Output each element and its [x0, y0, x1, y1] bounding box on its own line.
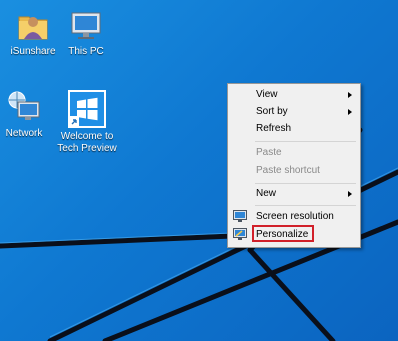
- menu-item-paste: Paste: [228, 144, 360, 161]
- windows-logo-icon: [68, 90, 106, 128]
- personalize-icon: [233, 228, 247, 247]
- highlight-box: [252, 225, 314, 242]
- desktop-context-menu: View Sort by Refresh Paste Paste shortcu…: [227, 83, 361, 248]
- submenu-arrow-icon: [348, 92, 352, 98]
- submenu-arrow-icon: [348, 191, 352, 197]
- menu-item-screen-resolution[interactable]: Screen resolution: [228, 208, 360, 225]
- desktop-icon-this-pc[interactable]: This PC: [54, 8, 118, 58]
- menu-item-view[interactable]: View: [228, 86, 360, 103]
- menu-item-label: Refresh: [256, 123, 292, 134]
- desktop-icon-welcome-tech-preview[interactable]: Welcome to Tech Preview: [55, 90, 119, 155]
- desktop-icon-network[interactable]: Network: [0, 90, 56, 140]
- menu-separator: [255, 205, 356, 206]
- menu-item-label: Sort by: [256, 106, 288, 117]
- network-icon: [7, 90, 41, 124]
- menu-item-label: New: [256, 188, 277, 199]
- menu-item-personalize[interactable]: Personalize: [228, 225, 360, 243]
- menu-item-label: Paste: [256, 147, 282, 158]
- menu-separator: [255, 141, 356, 142]
- desktop-icon-label: Network: [5, 128, 43, 139]
- desktop-icon-label-line2: Tech Preview: [57, 143, 117, 154]
- desktop-icon-label: This PC: [68, 46, 104, 57]
- desktop[interactable]: iSunshare This PC Network Welcome to Tec…: [0, 0, 398, 341]
- desktop-icon-label-line1: Welcome to: [60, 131, 114, 142]
- menu-item-new[interactable]: New: [228, 185, 360, 202]
- computer-icon: [69, 8, 103, 42]
- menu-item-label: Screen resolution: [256, 211, 334, 222]
- menu-separator: [255, 183, 356, 184]
- user-folder-icon: [16, 8, 50, 42]
- menu-item-sort-by[interactable]: Sort by: [228, 103, 360, 120]
- submenu-arrow-icon: [348, 109, 352, 115]
- menu-item-label: View: [256, 89, 278, 100]
- menu-item-label: Paste shortcut: [256, 165, 320, 176]
- menu-item-refresh[interactable]: Refresh: [228, 120, 360, 137]
- menu-item-paste-shortcut: Paste shortcut: [228, 162, 360, 179]
